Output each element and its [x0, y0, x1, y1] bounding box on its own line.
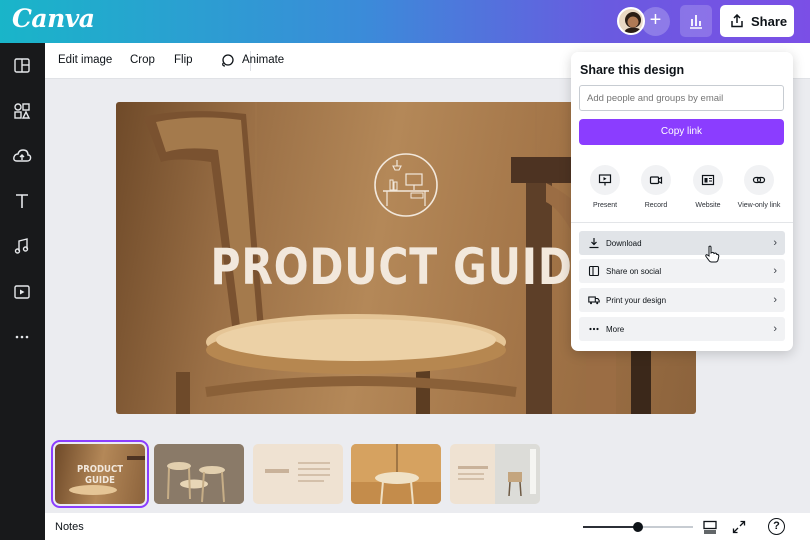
thumb-title: PRODUCT GUIDE [76, 464, 124, 486]
thumb-stool-graphic [351, 444, 441, 504]
footer-bar: Notes ? [45, 513, 810, 540]
notes-button[interactable]: Notes [55, 521, 84, 533]
view-only-link-label: View-only link [737, 202, 781, 209]
share-panel-title: Share this design [580, 63, 685, 77]
flip-button[interactable]: Flip [174, 54, 193, 66]
fullscreen-icon[interactable] [731, 519, 747, 535]
website-option[interactable]: Website [686, 165, 730, 209]
share-on-social-row[interactable]: Share on social › [579, 259, 785, 283]
layout-icon[interactable] [10, 54, 34, 78]
present-option[interactable]: Present [583, 165, 627, 209]
website-icon [701, 174, 715, 186]
social-icon [588, 265, 600, 277]
top-header: Canva + Share [0, 0, 810, 43]
print-your-design-label: Print your design [606, 295, 667, 305]
add-people-input[interactable] [579, 85, 784, 111]
grid-view-icon[interactable] [702, 519, 718, 535]
page-thumbnail-2[interactable] [154, 444, 244, 504]
zoom-slider-handle[interactable] [633, 522, 643, 532]
page-thumbnail-1[interactable]: PRODUCT GUIDE [51, 440, 149, 508]
record-option[interactable]: Record [634, 165, 678, 209]
thumb-text-graphic [265, 462, 330, 482]
thumb-chairs-graphic [154, 444, 244, 504]
desk-logo-icon [374, 153, 438, 217]
download-icon [589, 238, 599, 249]
download-row[interactable]: Download › [579, 231, 785, 255]
chevron-right-icon: › [773, 294, 777, 306]
video-icon[interactable] [10, 280, 34, 304]
upload-share-icon [731, 14, 743, 28]
record-label: Record [644, 202, 668, 209]
print-your-design-row[interactable]: Print your design › [579, 288, 785, 312]
present-icon [598, 174, 612, 186]
panel-divider [571, 222, 793, 223]
copy-link-button[interactable]: Copy link [579, 119, 784, 145]
animate-icon [222, 54, 234, 67]
edit-image-button[interactable]: Edit image [58, 54, 112, 66]
share-panel: Share this design Copy link Present Reco… [571, 52, 793, 351]
more-label: More [606, 324, 625, 334]
more-icon[interactable] [10, 325, 34, 349]
thumb-room-graphic [458, 444, 540, 504]
pages-strip: PRODUCT GUIDE [45, 433, 810, 511]
hand-cursor-icon [705, 245, 720, 263]
text-icon[interactable] [10, 189, 34, 213]
insights-button[interactable] [680, 5, 712, 37]
page-thumbnail-4[interactable] [351, 444, 441, 504]
link-icon [752, 176, 766, 184]
bar-chart-icon [690, 15, 702, 29]
zoom-slider-fill [583, 526, 638, 528]
upload-icon[interactable] [10, 144, 34, 168]
music-icon[interactable] [10, 234, 34, 258]
chevron-right-icon: › [773, 237, 777, 249]
more-dots-icon [589, 327, 599, 331]
page-thumbnail-5[interactable] [450, 444, 540, 504]
delivery-truck-icon [588, 296, 600, 305]
crop-button[interactable]: Crop [130, 54, 155, 66]
canva-logo[interactable]: Canva [12, 4, 95, 33]
share-on-social-label: Share on social [606, 266, 662, 276]
elements-icon[interactable] [10, 99, 34, 123]
page-thumbnail-3[interactable] [253, 444, 343, 504]
website-label: Website [695, 202, 721, 209]
download-label: Download [606, 238, 642, 248]
chevron-right-icon: › [773, 323, 777, 335]
add-collaborator-button[interactable]: + [641, 7, 670, 36]
more-row[interactable]: More › [579, 317, 785, 341]
record-camera-icon [649, 176, 663, 185]
left-rail [0, 43, 45, 540]
share-button[interactable]: Share [720, 5, 794, 37]
present-label: Present [592, 202, 618, 209]
animate-button[interactable]: Animate [242, 54, 284, 66]
chevron-right-icon: › [773, 265, 777, 277]
view-only-link-option[interactable]: View-only link [737, 165, 781, 209]
share-button-label: Share [751, 13, 788, 29]
help-button[interactable]: ? [768, 518, 785, 535]
